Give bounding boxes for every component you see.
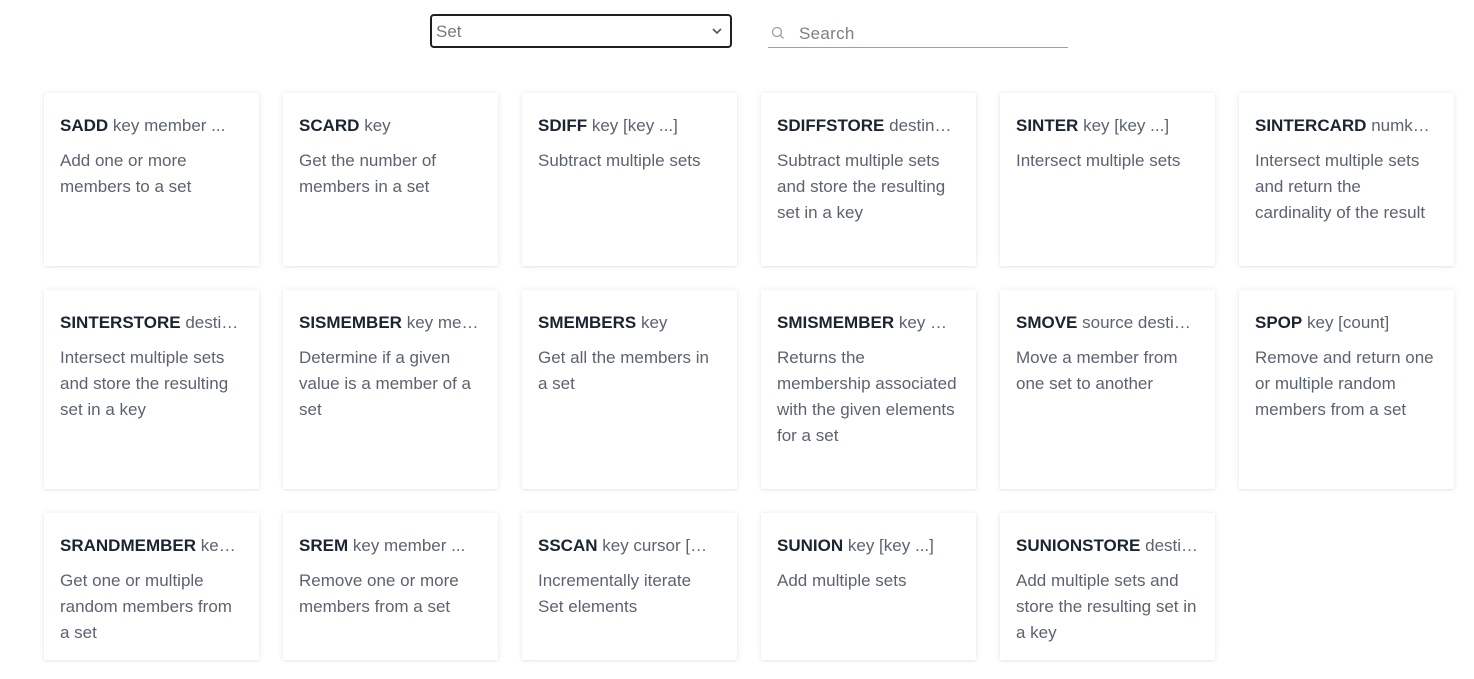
- command-grid: SADD key member ... Add one or more memb…: [44, 93, 1454, 660]
- command-args: destination key [key ...]: [185, 313, 243, 332]
- command-description: Subtract multiple sets and store the res…: [777, 151, 946, 222]
- command-name: SCARD: [299, 116, 360, 135]
- command-description: Returns the membership associated with t…: [777, 348, 957, 445]
- command-args: key member ...: [898, 313, 960, 332]
- command-args: key [count]: [200, 536, 243, 555]
- command-head: SDIFFSTORE destination key [key ...]: [777, 115, 960, 137]
- command-description: Subtract multiple sets: [538, 151, 701, 170]
- command-description: Get one or multiple random members from …: [60, 571, 232, 642]
- command-name: SUNIONSTORE: [1016, 536, 1141, 555]
- command-card[interactable]: SPOP key [count] Remove and return one o…: [1239, 290, 1454, 489]
- search-input[interactable]: Search: [768, 18, 1068, 48]
- command-args: key member ...: [112, 116, 226, 135]
- group-select-value: Set: [436, 22, 462, 41]
- command-name: SDIFF: [538, 116, 588, 135]
- command-card[interactable]: SINTER key [key ...] Intersect multiple …: [1000, 93, 1215, 266]
- command-head: SRANDMEMBER key [count]: [60, 535, 243, 557]
- command-name: SMISMEMBER: [777, 313, 895, 332]
- command-args: source destination member: [1082, 313, 1199, 332]
- command-description: Remove and return one or multiple random…: [1255, 348, 1434, 419]
- command-args: key member ...: [352, 536, 466, 555]
- command-head: SINTERSTORE destination key [key ...]: [60, 312, 243, 334]
- command-args: key member: [406, 313, 482, 332]
- command-args: key: [640, 313, 668, 332]
- command-card[interactable]: SRANDMEMBER key [count] Get one or multi…: [44, 513, 259, 660]
- command-head: SDIFF key [key ...]: [538, 115, 721, 137]
- command-description: Remove one or more members from a set: [299, 571, 459, 616]
- chevron-down-icon: [712, 28, 722, 35]
- command-card[interactable]: SISMEMBER key member Determine if a give…: [283, 290, 498, 489]
- command-name: SADD: [60, 116, 109, 135]
- command-head: SADD key member ...: [60, 115, 243, 137]
- command-name: SRANDMEMBER: [60, 536, 196, 555]
- command-head: SREM key member ...: [299, 535, 482, 557]
- command-description: Incrementally iterate Set elements: [538, 571, 692, 616]
- command-name: SPOP: [1255, 313, 1303, 332]
- command-card[interactable]: SREM key member ... Remove one or more m…: [283, 513, 498, 660]
- command-head: SSCAN key cursor [MATCH pattern]: [538, 535, 721, 557]
- command-args: destination key [key ...]: [1145, 536, 1199, 555]
- command-card[interactable]: SMISMEMBER key member ... Returns the me…: [761, 290, 976, 489]
- command-args: key: [364, 116, 391, 135]
- command-head: SPOP key [count]: [1255, 312, 1438, 334]
- command-name: SISMEMBER: [299, 313, 402, 332]
- command-head: SUNIONSTORE destination key [key ...]: [1016, 535, 1199, 557]
- command-args: key [key ...]: [591, 116, 678, 135]
- command-name: SINTER: [1016, 116, 1079, 135]
- command-head: SINTERCARD numkeys key [key ...]: [1255, 115, 1438, 137]
- command-card[interactable]: SDIFFSTORE destination key [key ...] Sub…: [761, 93, 976, 266]
- command-head: SCARD key: [299, 115, 482, 137]
- command-description: Add one or more members to a set: [60, 151, 192, 196]
- command-description: Intersect multiple sets: [1016, 151, 1181, 170]
- command-card[interactable]: SINTERSTORE destination key [key ...] In…: [44, 290, 259, 489]
- command-name: SREM: [299, 536, 349, 555]
- search-icon: [771, 26, 784, 39]
- group-select[interactable]: Set: [430, 14, 732, 48]
- command-card[interactable]: SUNION key [key ...] Add multiple sets: [761, 513, 976, 660]
- command-card[interactable]: SUNIONSTORE destination key [key ...] Ad…: [1000, 513, 1215, 660]
- command-args: key [key ...]: [1083, 116, 1170, 135]
- command-head: SISMEMBER key member: [299, 312, 482, 334]
- command-name: SSCAN: [538, 536, 598, 555]
- command-args: numkeys key [key ...]: [1371, 116, 1438, 135]
- command-card[interactable]: SCARD key Get the number of members in a…: [283, 93, 498, 266]
- command-description: Determine if a given value is a member o…: [299, 348, 471, 419]
- command-description: Intersect multiple sets and return the c…: [1255, 151, 1426, 222]
- command-description: Get the number of members in a set: [299, 151, 437, 196]
- command-name: SINTERSTORE: [60, 313, 181, 332]
- command-name: SMOVE: [1016, 313, 1078, 332]
- command-args: key [key ...]: [847, 536, 934, 555]
- filter-bar: Set Search: [430, 14, 1070, 50]
- search-placeholder: Search: [799, 24, 855, 43]
- command-name: SUNION: [777, 536, 844, 555]
- command-head: SINTER key [key ...]: [1016, 115, 1199, 137]
- command-head: SMEMBERS key: [538, 312, 721, 334]
- command-card[interactable]: SSCAN key cursor [MATCH pattern] Increme…: [522, 513, 737, 660]
- command-args: destination key [key ...]: [889, 116, 960, 135]
- command-card[interactable]: SMOVE source destination member Move a m…: [1000, 290, 1215, 489]
- command-card[interactable]: SMEMBERS key Get all the members in a se…: [522, 290, 737, 489]
- command-head: SMISMEMBER key member ...: [777, 312, 960, 334]
- command-description: Add multiple sets: [777, 571, 907, 590]
- command-card[interactable]: SADD key member ... Add one or more memb…: [44, 93, 259, 266]
- command-card[interactable]: SINTERCARD numkeys key [key ...] Interse…: [1239, 93, 1454, 266]
- command-head: SUNION key [key ...]: [777, 535, 960, 557]
- command-card[interactable]: SDIFF key [key ...] Subtract multiple se…: [522, 93, 737, 266]
- command-description: Add multiple sets and store the resultin…: [1016, 571, 1197, 642]
- command-name: SMEMBERS: [538, 313, 637, 332]
- command-head: SMOVE source destination member: [1016, 312, 1199, 334]
- command-description: Move a member from one set to another: [1016, 348, 1178, 393]
- command-description: Get all the members in a set: [538, 348, 710, 393]
- command-name: SINTERCARD: [1255, 116, 1367, 135]
- command-args: key cursor [MATCH pattern]: [602, 536, 721, 555]
- command-args: key [count]: [1306, 313, 1390, 332]
- command-name: SDIFFSTORE: [777, 116, 885, 135]
- command-description: Intersect multiple sets and store the re…: [60, 348, 229, 419]
